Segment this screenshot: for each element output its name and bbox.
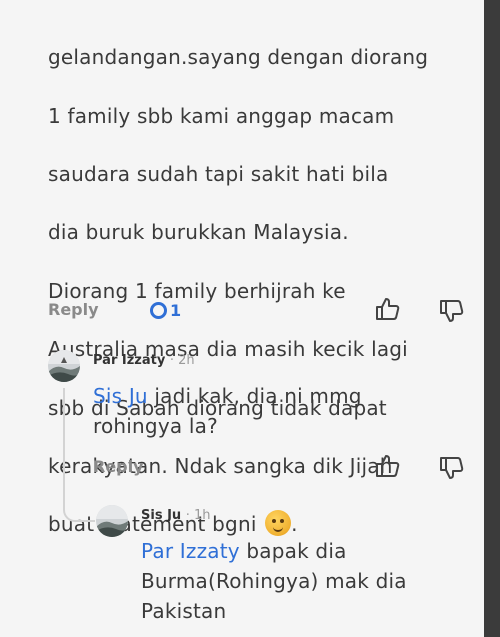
- comment-thread-screen: gelandangan.sayang dengan diorang 1 fami…: [0, 0, 500, 637]
- reply-timestamp: · 2h: [169, 353, 195, 368]
- comment-line: gelandangan.sayang dengan diorang: [48, 45, 429, 70]
- reply-line: Par Izzaty bapak dia: [141, 536, 471, 566]
- reply-line: Burma(Rohingya) mak dia: [141, 569, 407, 593]
- comment-line: 1 family sbb kami anggap macam: [48, 103, 395, 128]
- main-comment-body: gelandangan.sayang dengan diorang 1 fami…: [48, 14, 473, 569]
- mention-link[interactable]: Par Izzaty: [141, 539, 240, 563]
- thumbs-down-icon[interactable]: [437, 454, 465, 482]
- reply-button[interactable]: Reply: [93, 457, 144, 476]
- scrollbar-track[interactable]: [484, 0, 500, 637]
- reply-count: 1: [170, 301, 182, 320]
- replies-count-button[interactable]: 1: [150, 301, 181, 320]
- thumbs-up-icon[interactable]: [373, 452, 401, 480]
- reply-body: Par Izzaty bapak dia Burma(Rohingya) mak…: [141, 536, 471, 626]
- reply-author-name[interactable]: Sis Ju: [141, 508, 181, 523]
- reply-author-row: Sis Ju · 1h: [141, 508, 211, 523]
- avatar[interactable]: [48, 350, 80, 382]
- comment-line: Diorang 1 family berhijrah ke: [48, 278, 346, 303]
- comment-line: saudara sudah tapi sakit hati bila: [48, 162, 389, 187]
- nested-thread-connector: [63, 490, 95, 522]
- reply-line: Pakistan: [141, 599, 227, 623]
- reply-body: Sis Ju jadi kak, dia ni mmg rohingya la?: [93, 381, 423, 441]
- comment-trailing-period: .: [291, 512, 298, 537]
- reply-author-name[interactable]: Par Izzaty: [93, 353, 165, 368]
- reply-text-part: jadi kak, dia ni mmg: [147, 384, 362, 408]
- comment-line: dia buruk burukkan Malaysia.: [48, 220, 349, 245]
- reply-actions: Reply: [93, 451, 144, 481]
- avatar-image: [96, 505, 128, 537]
- avatar[interactable]: [96, 505, 128, 537]
- mention-link[interactable]: Sis Ju: [93, 384, 148, 408]
- reply-line: rohingya la?: [93, 414, 218, 438]
- reply-button[interactable]: Reply: [48, 300, 99, 319]
- avatar-image: [48, 350, 80, 382]
- reply-author-row: Par Izzaty · 2h: [93, 353, 195, 368]
- reply-count-circle-icon: [150, 302, 167, 319]
- reply-line: Sis Ju jadi kak, dia ni mmg: [93, 381, 423, 411]
- reply-text-part: bapak dia: [239, 539, 347, 563]
- thumbs-down-icon[interactable]: [437, 297, 465, 325]
- sweat-smile-emoji-icon: [265, 510, 292, 537]
- main-comment-actions: Reply: [48, 294, 99, 324]
- thumbs-up-icon[interactable]: [373, 295, 401, 323]
- reply-timestamp: · 1h: [185, 508, 211, 523]
